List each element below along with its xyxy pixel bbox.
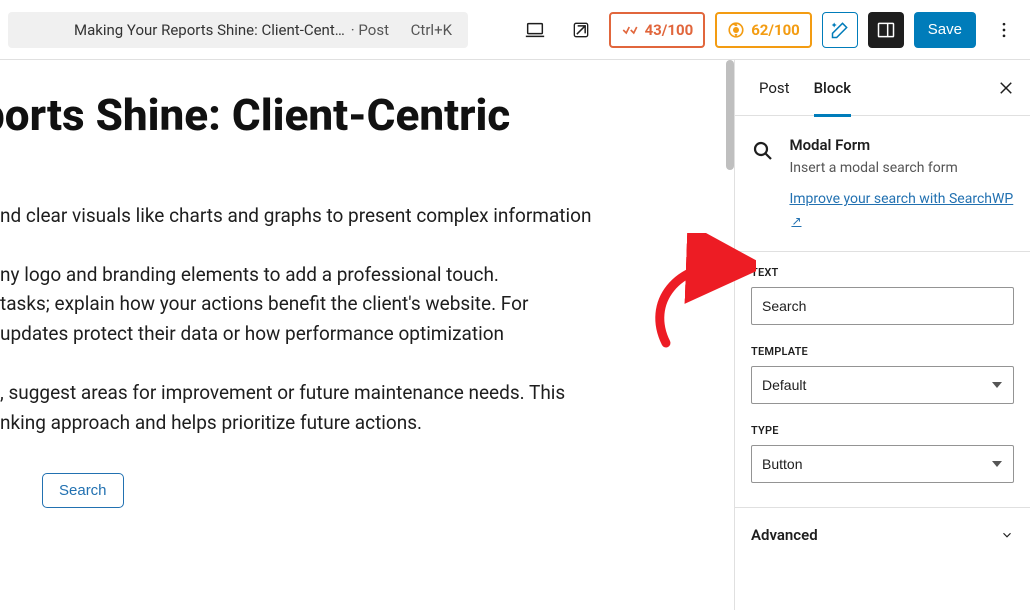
save-button[interactable]: Save [914, 12, 976, 48]
readability-score-icon [727, 21, 745, 39]
text-input[interactable] [751, 287, 1014, 325]
advanced-label: Advanced [751, 526, 818, 544]
scrollbar-thumb[interactable] [726, 60, 734, 170]
options-menu-button[interactable] [986, 12, 1022, 48]
paragraph[interactable]: , suggest areas for improvement or futur… [0, 378, 694, 437]
field-template: Template Default [735, 331, 1030, 410]
block-description: Insert a modal search form [789, 160, 1014, 176]
document-type-label: · Post [351, 21, 389, 39]
document-title: Making Your Reports Shine: Client-Cent… [74, 21, 345, 39]
content-analysis-button[interactable] [822, 12, 858, 48]
post-body[interactable]: nd clear visuals like charts and graphs … [0, 201, 694, 438]
editor-toolbar: Making Your Reports Shine: Client-Cent… … [0, 0, 1030, 60]
template-select[interactable]: Default [751, 366, 1014, 404]
tab-block[interactable]: Block [802, 60, 863, 116]
close-icon [997, 79, 1015, 97]
settings-sidebar: Post Block Modal Form Insert a modal sea… [734, 60, 1030, 610]
field-label-type: Type [751, 424, 1014, 437]
advanced-panel-toggle[interactable]: Advanced [735, 507, 1030, 562]
sidebar-icon [876, 20, 896, 40]
chevron-down-icon [1000, 528, 1014, 542]
wand-icon [830, 20, 850, 40]
preview-button[interactable] [563, 12, 599, 48]
search-modal-block-button[interactable]: Search [42, 473, 124, 508]
external-arrow-icon: ↗ [791, 214, 801, 228]
readability-score-value: 62/100 [751, 21, 800, 39]
readability-score-badge[interactable]: 62/100 [715, 12, 812, 48]
block-title: Modal Form [789, 136, 1014, 154]
sidebar-tabs: Post Block [735, 60, 1030, 116]
document-title-bar[interactable]: Making Your Reports Shine: Client-Cent… … [8, 12, 468, 48]
seo-score-value: 43/100 [645, 21, 694, 39]
settings-panel-toggle[interactable] [868, 12, 904, 48]
laptop-icon [524, 19, 546, 41]
block-type-icon [751, 138, 775, 164]
external-link-icon [571, 20, 591, 40]
block-info-panel: Modal Form Insert a modal search form Im… [735, 116, 1030, 252]
main-layout: ports Shine: Client-Centric nd clear vis… [0, 60, 1030, 610]
editor-canvas[interactable]: ports Shine: Client-Centric nd clear vis… [0, 60, 734, 610]
field-type: Type Button [735, 410, 1030, 489]
seo-score-icon [621, 21, 639, 39]
view-button[interactable] [517, 12, 553, 48]
search-icon [751, 139, 775, 163]
paragraph[interactable]: ny logo and branding elements to add a p… [0, 260, 694, 348]
type-select[interactable]: Button [751, 445, 1014, 483]
toolbar-actions: 43/100 62/100 Save [517, 12, 1022, 48]
kebab-icon [994, 20, 1014, 40]
field-text: Text [735, 252, 1030, 331]
field-label-template: Template [751, 345, 1014, 358]
block-help-link[interactable]: Improve your search with SearchWP ↗ [789, 188, 1014, 233]
tab-post[interactable]: Post [747, 60, 802, 116]
seo-score-badge[interactable]: 43/100 [609, 12, 706, 48]
command-palette-shortcut: Ctrl+K [411, 21, 452, 39]
close-sidebar-button[interactable] [994, 76, 1018, 100]
post-title[interactable]: ports Shine: Client-Centric [0, 90, 694, 141]
field-label-text: Text [751, 266, 1014, 279]
paragraph[interactable]: nd clear visuals like charts and graphs … [0, 201, 694, 230]
